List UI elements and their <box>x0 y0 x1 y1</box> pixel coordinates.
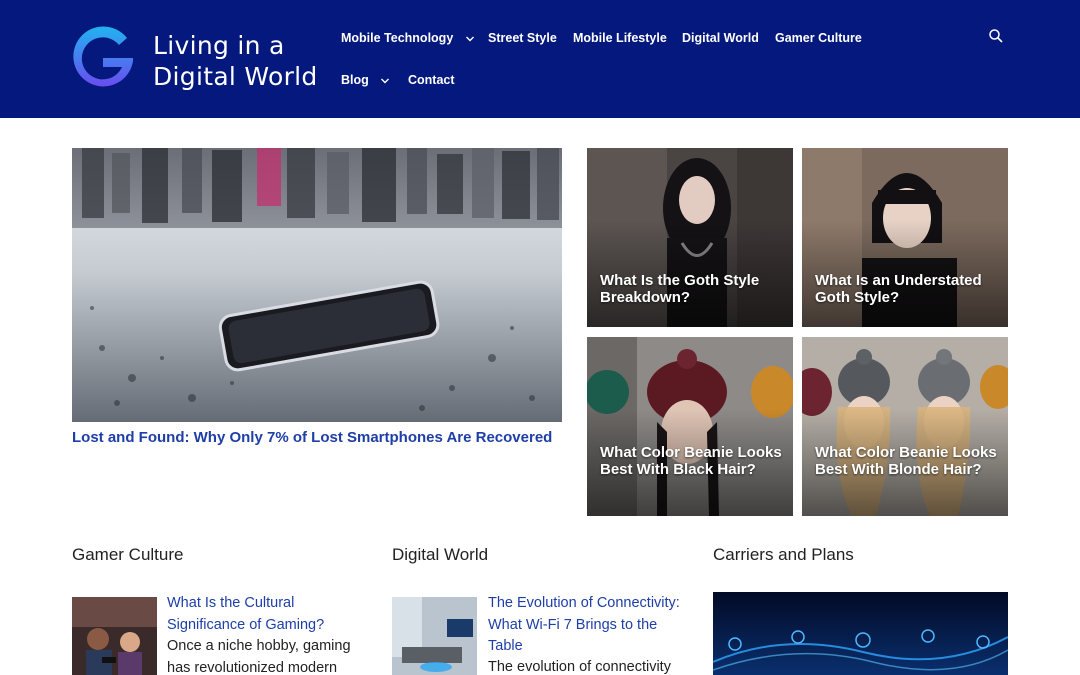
digital-world-post-thumbnail[interactable] <box>392 597 477 675</box>
nav-label: Mobile Lifestyle <box>573 31 667 45</box>
nav-label: Digital World <box>682 31 759 45</box>
smart-living-room-image <box>392 597 477 675</box>
nav-mobile-lifestyle[interactable]: Mobile Lifestyle <box>573 31 667 45</box>
nav-label: Gamer Culture <box>775 31 862 45</box>
wet-phone-street-image <box>72 148 562 422</box>
nav-label: Mobile Technology <box>341 31 454 45</box>
section-heading-digital-world: Digital World <box>392 545 489 564</box>
tile-title: What Is an Understated Goth Style? <box>815 272 982 306</box>
tile-beanie-black-hair[interactable]: What Color Beanie Looks Best With Black … <box>587 337 793 516</box>
nav-contact[interactable]: Contact <box>408 73 455 87</box>
gamer-culture-post-title[interactable]: What Is the Cultural Significance of Gam… <box>167 593 367 636</box>
site-title[interactable]: Living in a Digital World <box>153 30 318 92</box>
network-waves-image <box>713 592 1008 675</box>
search-button[interactable] <box>988 28 1004 44</box>
section-heading-carriers-and-plans: Carriers and Plans <box>713 545 854 564</box>
tile-title: What Color Beanie Looks Best With Black … <box>600 444 782 478</box>
digital-world-post-title[interactable]: The Evolution of Connectivity: What Wi-F… <box>488 593 688 658</box>
nav-gamer-culture[interactable]: Gamer Culture <box>775 31 862 45</box>
tile-goth-style-breakdown[interactable]: What Is the Goth Style Breakdown? <box>587 148 793 327</box>
site-title-line2: Digital World <box>153 62 318 91</box>
featured-post-title[interactable]: Lost and Found: Why Only 7% of Lost Smar… <box>72 429 567 447</box>
digital-world-post-excerpt: The evolution of connectivity <box>488 659 671 675</box>
site-header: Living in a Digital World Mobile Technol… <box>0 0 1080 118</box>
nav-mobile-technology[interactable]: Mobile Technology <box>341 31 475 45</box>
nav-label: Street Style <box>488 31 557 45</box>
search-icon <box>989 29 1003 43</box>
nav-street-style[interactable]: Street Style <box>488 31 557 45</box>
logo-g-icon <box>73 26 133 87</box>
section-heading-gamer-culture: Gamer Culture <box>72 545 184 564</box>
gamer-culture-post-thumbnail[interactable] <box>72 597 157 675</box>
site-title-line1: Living in a <box>153 31 285 60</box>
site-logo[interactable] <box>69 24 137 94</box>
chevron-down-icon <box>381 78 390 84</box>
family-gaming-image <box>72 597 157 675</box>
nav-digital-world[interactable]: Digital World <box>682 31 759 45</box>
chevron-down-icon <box>465 36 474 42</box>
nav-label: Contact <box>408 73 455 87</box>
gamer-culture-post-excerpt: Once a niche hobby, gaming has revolutio… <box>167 638 351 675</box>
carriers-and-plans-post-thumbnail[interactable] <box>713 592 1008 675</box>
tile-beanie-blonde-hair[interactable]: What Color Beanie Looks Best With Blonde… <box>802 337 1008 516</box>
nav-label: Blog <box>341 73 369 87</box>
tile-title: What Color Beanie Looks Best With Blonde… <box>815 444 997 478</box>
nav-blog[interactable]: Blog <box>341 73 390 87</box>
featured-post-image[interactable] <box>72 148 562 422</box>
tile-title: What Is the Goth Style Breakdown? <box>600 272 760 306</box>
tile-understated-goth-style[interactable]: What Is an Understated Goth Style? <box>802 148 1008 327</box>
